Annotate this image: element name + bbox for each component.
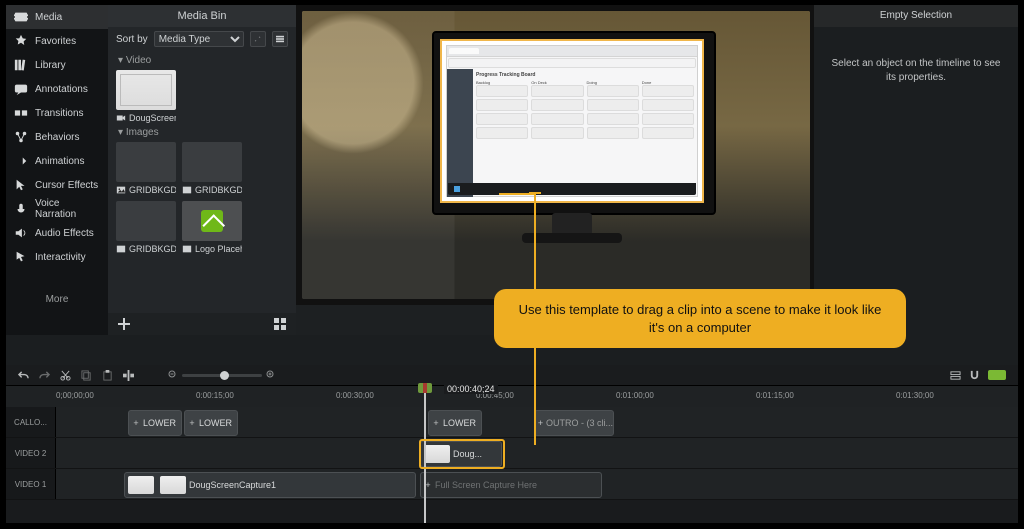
cut-button[interactable] (60, 370, 71, 381)
properties-panel: Empty Selection Select an object on the … (814, 5, 1018, 335)
clip-selection-outline (419, 439, 505, 469)
bin-section-images: ▾ Images (108, 123, 296, 142)
annotations-icon (14, 82, 28, 96)
split-button[interactable] (123, 370, 134, 381)
sidebar-label: Annotations (35, 84, 88, 95)
clip-lower[interactable]: +LOWER (128, 410, 182, 436)
bin-section-video: ▾ Video (108, 51, 296, 70)
bin-title: Media Bin (108, 5, 296, 27)
sidebar-item-animations[interactable]: Animations (6, 149, 108, 173)
media-thumbnail (182, 142, 242, 182)
properties-empty-message: Select an object on the timeline to see … (814, 27, 1018, 115)
zoom-slider[interactable] (182, 374, 262, 377)
undo-button[interactable] (18, 370, 29, 381)
sidebar-label: Interactivity (35, 252, 86, 263)
clip-lower[interactable]: +LOWER (428, 410, 482, 436)
interactivity-icon (14, 250, 28, 264)
media-bin: Media Bin Sort by Media Type ▾ Video Dou… (108, 5, 296, 335)
sidebar-label: Animations (35, 156, 84, 167)
sidebar-label: Audio Effects (35, 228, 94, 239)
media-item[interactable]: GRIDBKGD-WHI... (116, 201, 176, 254)
clip-video1[interactable]: DougScreenCapture1 (124, 472, 416, 498)
tool-sidebar: Media Favorites Library Annotations Tran… (6, 5, 108, 335)
track-video1: VIDEO 1 DougScreenCapture1 +Full Screen … (6, 469, 1018, 500)
media-thumbnail (116, 201, 176, 241)
mic-icon (14, 202, 28, 216)
copy-button[interactable] (81, 370, 92, 381)
sidebar-item-audio-effects[interactable]: Audio Effects (6, 221, 108, 245)
add-media-button[interactable] (118, 318, 130, 330)
media-item[interactable]: GRIDBKGD (116, 142, 176, 195)
sidebar-label: Voice Narration (35, 198, 100, 220)
timeline-tracks: CALLO... +LOWER +LOWER +LOWER +OUTRO - (… (6, 407, 1018, 523)
media-thumbnail (116, 142, 176, 182)
video-icon (116, 113, 126, 123)
library-icon (14, 58, 28, 72)
image-icon (182, 244, 192, 254)
sidebar-item-favorites[interactable]: Favorites (6, 29, 108, 53)
sidebar-item-library[interactable]: Library (6, 53, 108, 77)
image-icon (116, 244, 126, 254)
clip-lower[interactable]: +LOWER (184, 410, 238, 436)
track-video2: VIDEO 2 Doug... (6, 438, 1018, 469)
behaviors-icon (14, 130, 28, 144)
timeline-ruler[interactable]: 00:00:40;24 0;00;00;00 0:00:15;00 0:00:3… (6, 385, 1018, 409)
clip-placeholder[interactable]: +Full Screen Capture Here (420, 472, 602, 498)
properties-panel-title: Empty Selection (814, 5, 1018, 27)
image-icon (182, 185, 192, 195)
image-icon (116, 185, 126, 195)
preview-browser: Progress Tracking Board Backlog On Deck … (446, 45, 698, 197)
media-icon (14, 10, 28, 24)
magnet-button[interactable] (969, 370, 980, 381)
sidebar-label: Behaviors (35, 132, 79, 143)
sidebar-label: More (46, 294, 69, 305)
star-icon (14, 34, 28, 48)
sidebar-item-interactivity[interactable]: Interactivity (6, 245, 108, 269)
preview-canvas[interactable]: Progress Tracking Board Backlog On Deck … (296, 5, 816, 305)
tutorial-callout: Use this template to drag a clip into a … (494, 289, 906, 348)
timeline-toolbar (6, 365, 1018, 385)
sidebar-label: Transitions (35, 108, 84, 119)
animations-icon (14, 154, 28, 168)
sort-order-button[interactable] (250, 31, 266, 47)
clip-outro[interactable]: +OUTRO - (3 cli... (534, 410, 614, 436)
sidebar-item-cursor-effects[interactable]: Cursor Effects (6, 173, 108, 197)
preview-monitor: Progress Tracking Board Backlog On Deck … (432, 31, 712, 251)
sort-label: Sort by (116, 34, 148, 45)
media-thumbnail (182, 201, 242, 241)
paste-button[interactable] (102, 370, 113, 381)
media-item[interactable]: Logo Placeholder (182, 201, 242, 254)
transitions-icon (14, 106, 28, 120)
menu-icon (276, 35, 284, 43)
playhead-timecode: 00:00:40;24 (444, 384, 498, 394)
track-indicator (988, 370, 1006, 380)
sidebar-label: Cursor Effects (35, 180, 98, 191)
sidebar-item-behaviors[interactable]: Behaviors (6, 125, 108, 149)
sidebar-label: Library (35, 60, 66, 71)
sidebar-item-annotations[interactable]: Annotations (6, 77, 108, 101)
grid-view-button[interactable] (274, 318, 286, 330)
zoom-control[interactable] (168, 370, 276, 380)
redo-button[interactable] (39, 370, 50, 381)
speaker-icon (14, 226, 28, 240)
track-callouts: CALLO... +LOWER +LOWER +LOWER +OUTRO - (… (6, 407, 1018, 438)
zoom-out-icon (168, 370, 178, 380)
sidebar-label: Media (35, 12, 62, 23)
add-track-button[interactable] (950, 370, 961, 381)
sidebar-label: Favorites (35, 36, 76, 47)
media-thumbnail (116, 70, 176, 110)
media-item[interactable]: GRIDBKGD-WHI... (182, 142, 242, 195)
sidebar-item-media[interactable]: Media (6, 5, 108, 29)
sort-select[interactable]: Media Type (154, 31, 244, 47)
sidebar-item-more[interactable]: More (6, 287, 108, 311)
zoom-in-icon (266, 370, 276, 380)
sidebar-item-voice-narration[interactable]: Voice Narration (6, 197, 108, 221)
sidebar-item-transitions[interactable]: Transitions (6, 101, 108, 125)
cursor-icon (14, 178, 28, 192)
media-item[interactable]: DougScreenCap... (116, 70, 176, 123)
sort-icon (254, 35, 262, 43)
bin-menu-button[interactable] (272, 31, 288, 47)
